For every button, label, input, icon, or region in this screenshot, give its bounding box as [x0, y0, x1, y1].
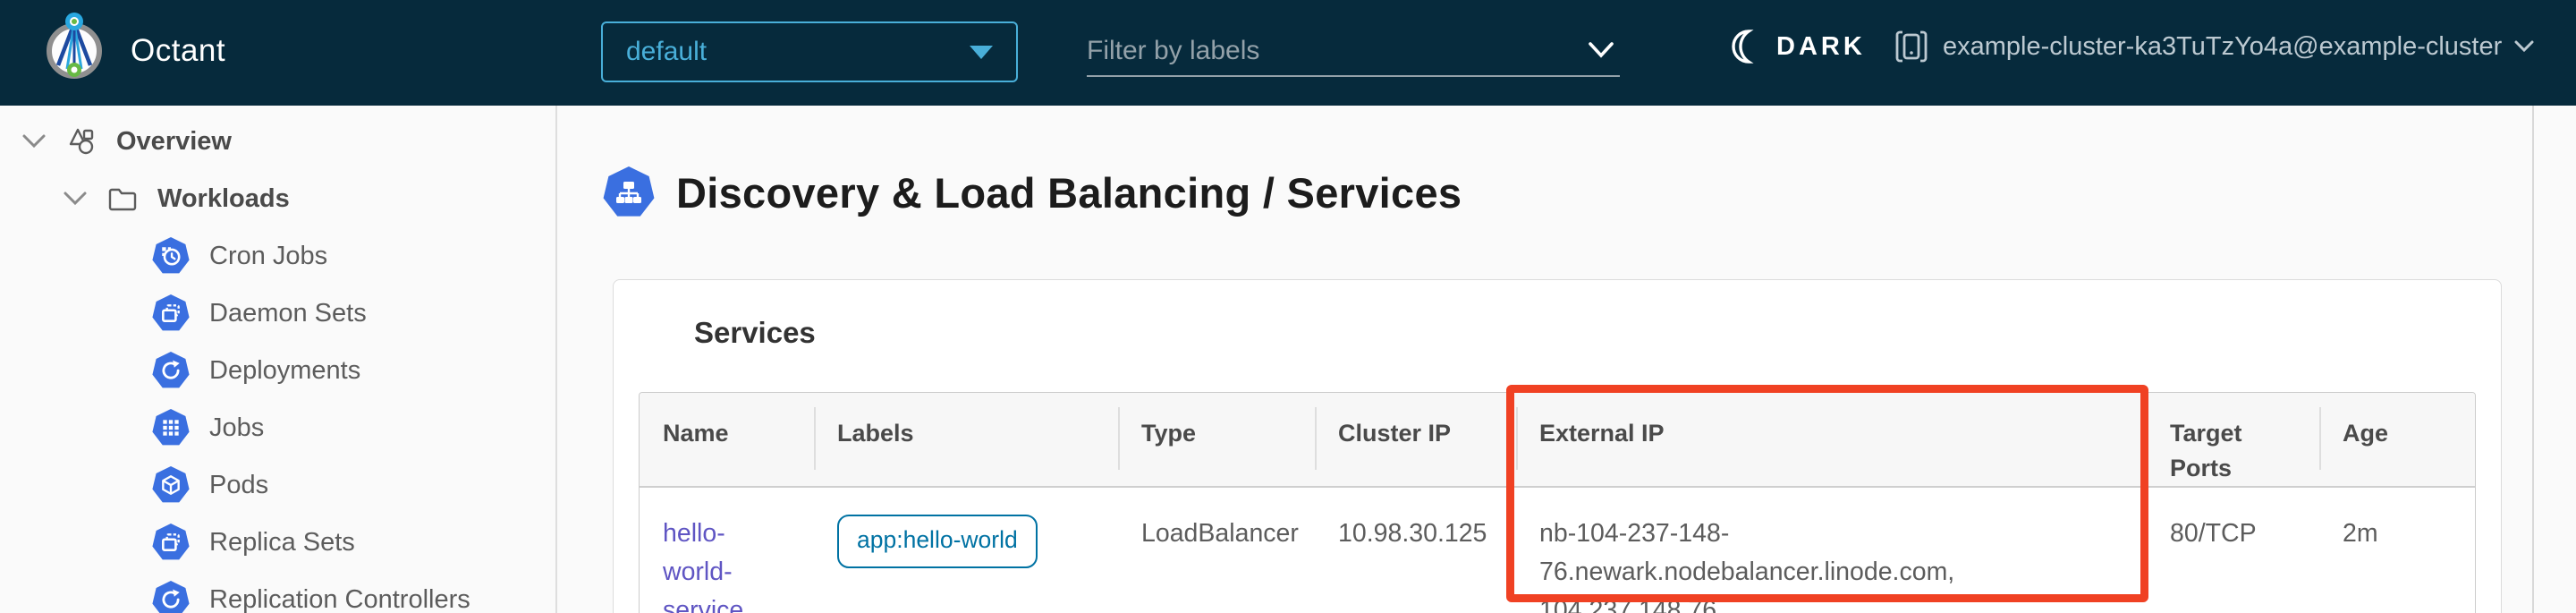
cluster-icon [1894, 29, 1928, 64]
sidebar-item-replication-controllers[interactable]: Replication Controllers [0, 571, 555, 613]
namespace-value: default [626, 37, 707, 67]
label-badge[interactable]: app:hello-world [837, 515, 1038, 568]
sidebar-item-jobs[interactable]: Jobs [0, 399, 555, 456]
sidebar-item-label: Replica Sets [209, 528, 355, 558]
chevron-down-icon[interactable] [1588, 36, 1614, 66]
job-icon [152, 409, 190, 447]
column-header-name[interactable]: Name [640, 393, 814, 487]
dark-label: DARK [1776, 32, 1866, 62]
chevron-down-icon[interactable] [21, 132, 47, 150]
target-ports-cell: 80/TCP [2147, 487, 2319, 613]
page-header: Discovery & Load Balancing / Services [603, 166, 1462, 218]
cronjob-icon [152, 237, 190, 275]
top-bar: Octant default Filter by labels DARK [0, 0, 2576, 106]
daemonset-icon [152, 294, 190, 332]
sidebar-item-deployments[interactable]: Deployments [0, 342, 555, 399]
external-ip-cell: nb-104-237-148-76.newark.nodebalancer.li… [1516, 487, 2147, 613]
folder-icon [107, 185, 138, 212]
overview-icon [66, 126, 97, 157]
scrollbar[interactable] [2532, 106, 2534, 613]
column-header-external-ip[interactable]: External IP [1516, 393, 2147, 487]
sidebar-item-label: Workloads [157, 184, 290, 214]
sidebar-item-replica-sets[interactable]: Replica Sets [0, 514, 555, 571]
column-header-target-ports[interactable]: Target Ports [2147, 393, 2319, 487]
column-header-labels[interactable]: Labels [814, 393, 1118, 487]
sidebar-item-label: Replication Controllers [209, 585, 470, 613]
sidebar-item-label: Cron Jobs [209, 242, 327, 271]
cluster-label: example-cluster-ka3TuTzYo4a@example-clus… [1943, 32, 2502, 62]
octant-app: Octant default Filter by labels DARK [0, 0, 2576, 613]
chevron-down-icon[interactable] [63, 190, 88, 208]
service-type-cell: LoadBalancer [1118, 487, 1315, 613]
sidebar-item-workloads[interactable]: Workloads [0, 170, 555, 227]
sidebar-item-label: Daemon Sets [209, 299, 367, 328]
table-header-row: Name Labels Type Cluster IP External IP … [640, 393, 2476, 487]
column-header-cluster-ip[interactable]: Cluster IP [1315, 393, 1516, 487]
sidebar-item-daemon-sets[interactable]: Daemon Sets [0, 285, 555, 342]
app-title: Octant [131, 33, 225, 69]
pod-icon [152, 466, 190, 504]
sidebar-item-label: Pods [209, 471, 268, 500]
services-card: Services Name Labels Type Cluster IP Ext… [613, 279, 2502, 613]
sidebar-item-label: Overview [116, 127, 232, 157]
deployment-icon [152, 352, 190, 389]
sidebar-item-label: Deployments [209, 356, 360, 386]
filter-placeholder: Filter by labels [1087, 36, 1259, 66]
age-cell: 2m [2319, 487, 2476, 613]
cluster-ip-cell: 10.98.30.125 [1315, 487, 1516, 613]
sidebar-item-label: Jobs [209, 413, 264, 443]
sidebar-item-overview[interactable]: Overview [0, 113, 555, 170]
octant-logo-icon [43, 7, 106, 82]
page-title: Discovery & Load Balancing / Services [676, 168, 1462, 217]
table-row: hello-world-service app:hello-world Load… [640, 487, 2476, 613]
service-icon [603, 166, 655, 218]
column-header-type[interactable]: Type [1118, 393, 1315, 487]
replicationcontroller-icon [152, 581, 190, 613]
column-header-age[interactable]: Age [2319, 393, 2476, 487]
main-content: Discovery & Load Balancing / Services Se… [559, 106, 2576, 613]
sidebar-item-cron-jobs[interactable]: Cron Jobs [0, 227, 555, 285]
chevron-down-icon [2514, 39, 2534, 54]
moon-icon [1726, 29, 1760, 64]
sidebar-item-pods[interactable]: Pods [0, 456, 555, 514]
caret-down-icon [970, 46, 993, 59]
filter-by-labels-input[interactable]: Filter by labels [1087, 27, 1620, 77]
cluster-selector[interactable]: example-cluster-ka3TuTzYo4a@example-clus… [1894, 29, 2534, 64]
card-title: Services [614, 280, 2501, 350]
service-name-link[interactable]: hello-world-service [663, 519, 743, 613]
dark-theme-toggle[interactable]: DARK [1726, 29, 1866, 64]
services-table: Name Labels Type Cluster IP External IP … [639, 392, 2476, 613]
replicaset-icon [152, 524, 190, 561]
namespace-dropdown[interactable]: default [601, 21, 1018, 82]
brand[interactable]: Octant [43, 7, 225, 82]
sidebar: Overview Workloads Cron Jobs [0, 106, 557, 613]
